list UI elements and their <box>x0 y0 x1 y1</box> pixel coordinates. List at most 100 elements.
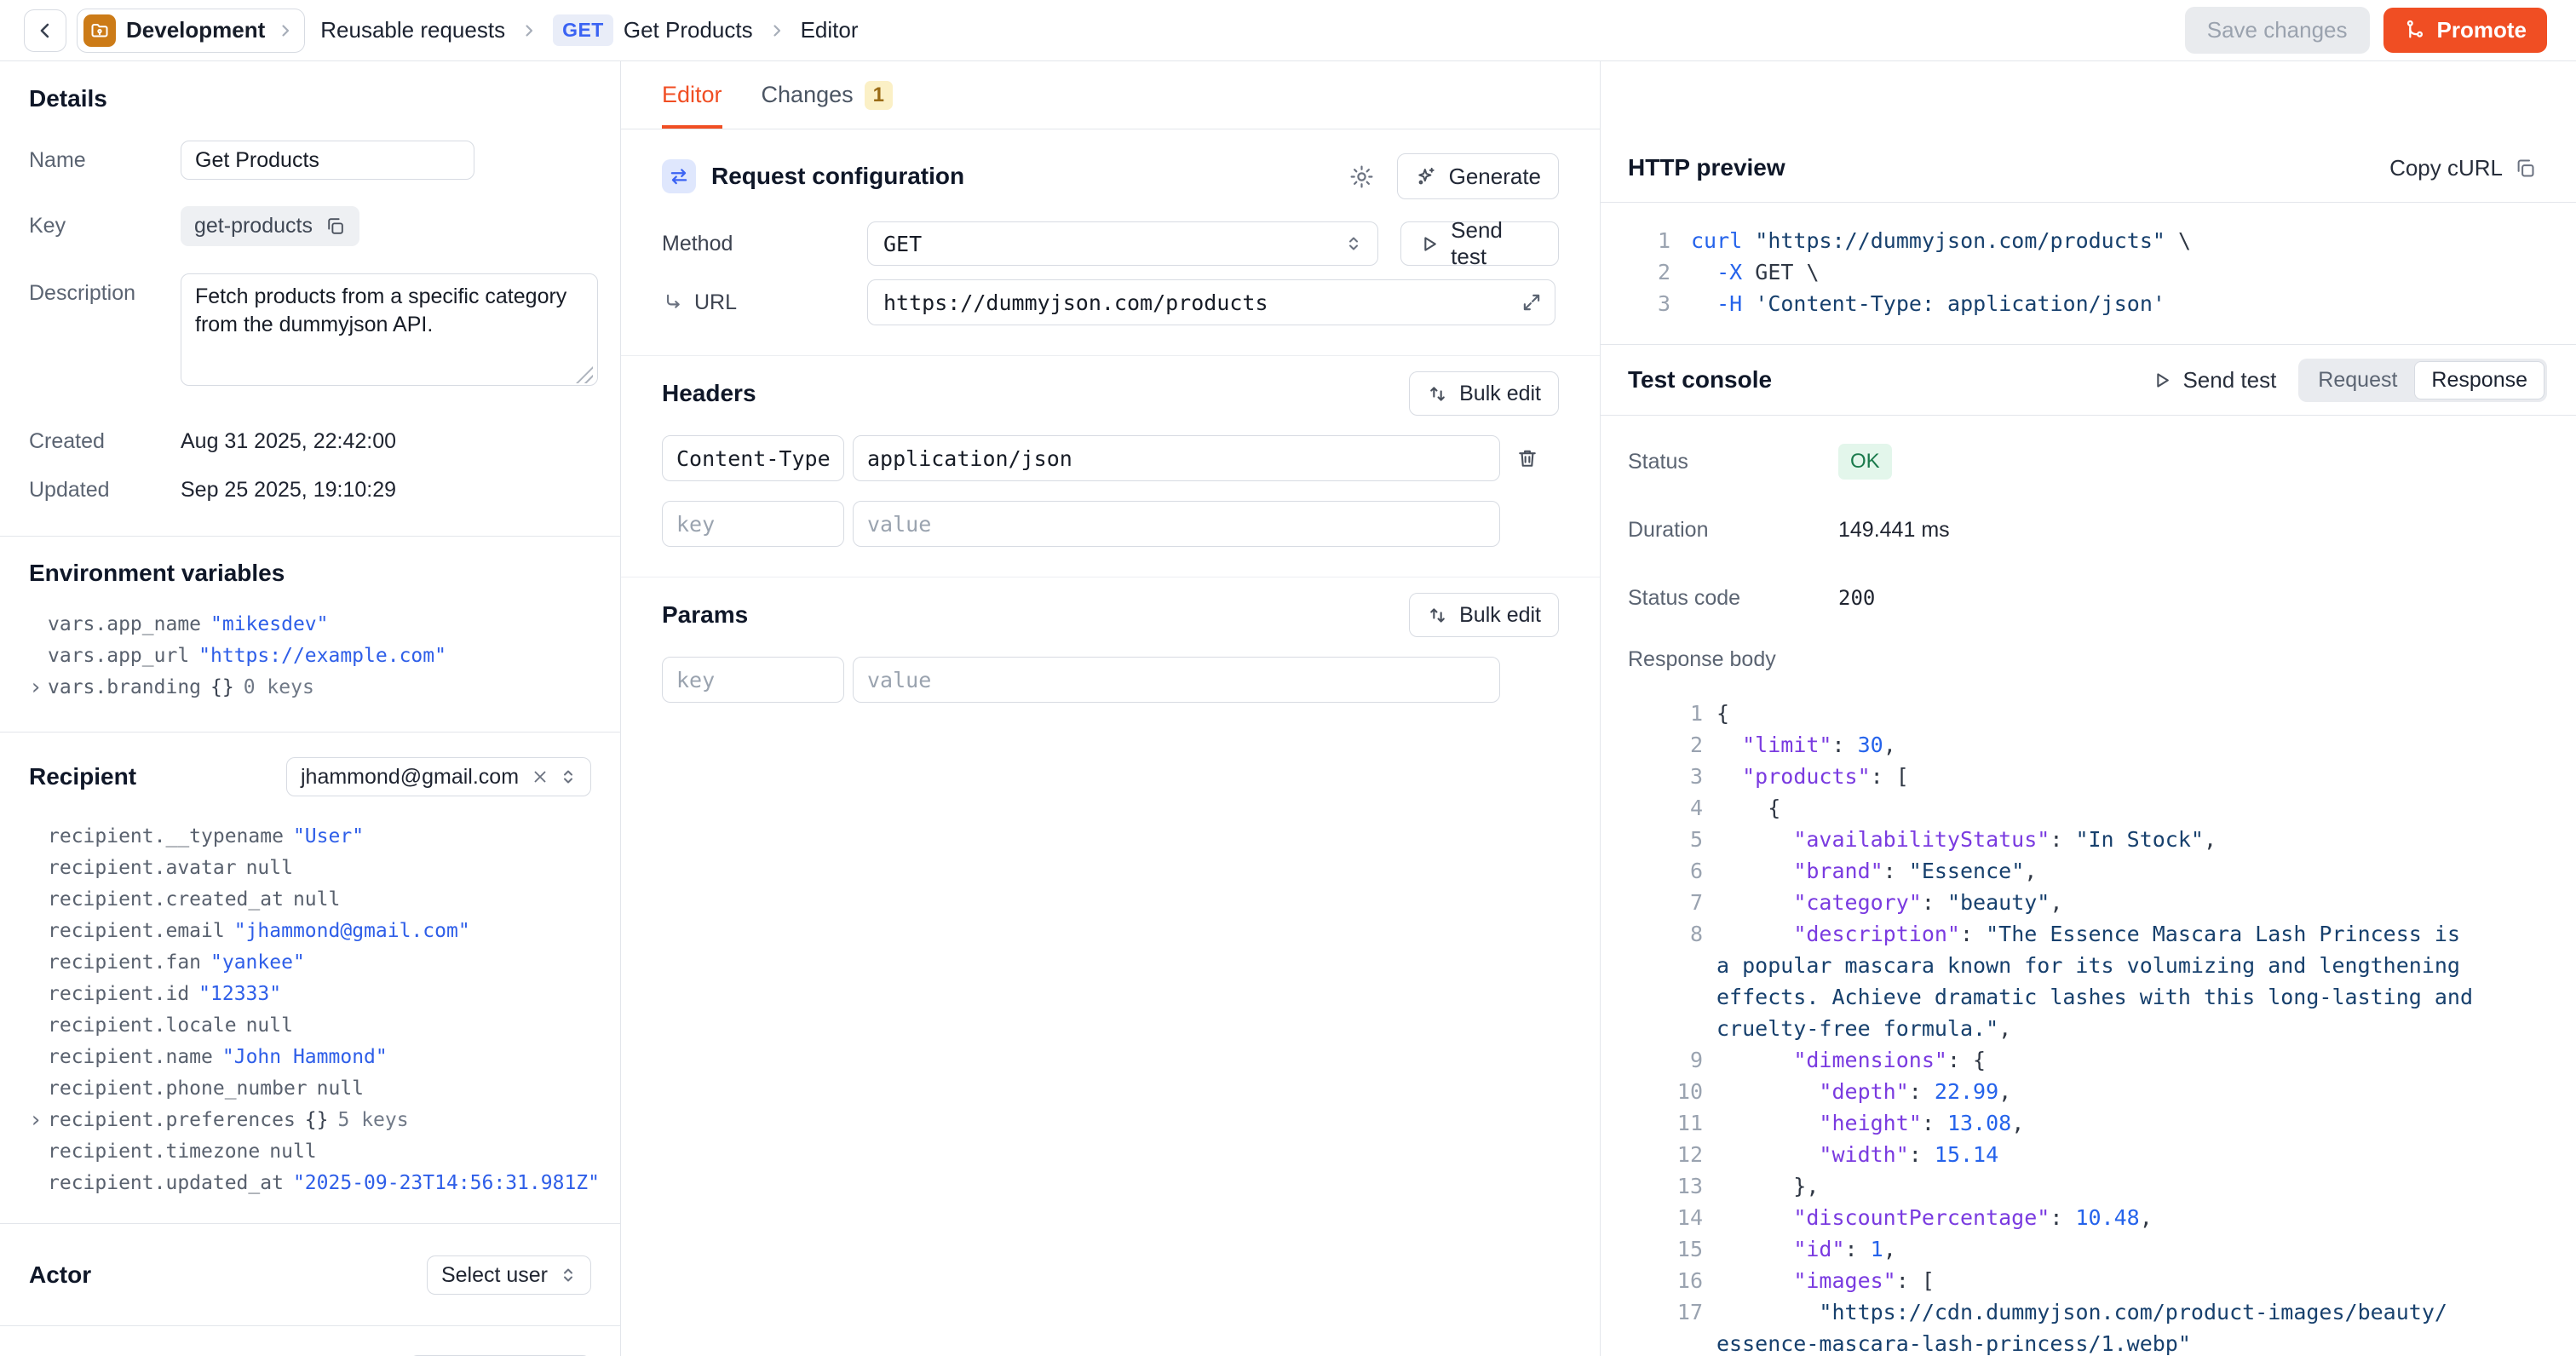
variable-row: recipient.avatarnull <box>48 853 591 884</box>
editor-main: Editor Changes 1 Request configuration <box>621 61 1600 1356</box>
response-body-label: Response body <box>1628 647 2537 672</box>
copy-icon <box>2514 157 2537 180</box>
code-line: 11 "height": 13.08, <box>1601 1107 2576 1139</box>
method-select[interactable]: GET <box>867 221 1378 266</box>
play-icon <box>1418 233 1440 255</box>
variable-row: recipient.__typename"User" <box>48 821 591 853</box>
play-icon <box>2151 370 2172 391</box>
code-line: essence-mascara-lash-princess/1.webp" <box>1601 1328 2576 1356</box>
divider <box>0 536 620 537</box>
recipient-title: Recipient <box>29 763 136 790</box>
recipient-select[interactable]: jhammond@gmail.com <box>286 757 591 796</box>
code-line: 12 "width": 15.14 <box>1601 1139 2576 1170</box>
code-line: 3 -H 'Content-Type: application/json' <box>1601 288 2576 319</box>
code-line: a popular mascara known for its volumizi… <box>1601 950 2576 981</box>
breadcrumb-request-item[interactable]: GET Get Products <box>553 14 753 46</box>
expand-icon[interactable] <box>1521 291 1543 313</box>
header-value-input[interactable] <box>853 435 1500 481</box>
copy-curl-label: Copy cURL <box>2389 155 2503 181</box>
params-section-head: Params Bulk edit <box>662 593 1559 637</box>
key-badge: get-products <box>181 206 359 246</box>
swap-vertical-icon <box>1427 383 1448 405</box>
method-row: Method GET Send test <box>662 221 1559 266</box>
generate-button[interactable]: Generate <box>1397 153 1559 199</box>
response-body-code: 1{2 "limit": 30,3 "products": [4 {5 "ava… <box>1601 698 2576 1356</box>
updated-row: Updated Sep 25 2025, 19:10:29 <box>29 478 591 503</box>
param-key-input[interactable] <box>662 657 844 703</box>
request-config-header: Request configuration Generate <box>662 153 1559 199</box>
code-line: 2 "limit": 30, <box>1601 729 2576 761</box>
save-changes-button[interactable]: Save changes <box>2185 7 2370 54</box>
url-value: https://dummyjson.com/products <box>883 290 1268 315</box>
created-value: Aug 31 2025, 22:42:00 <box>181 429 396 454</box>
request-tab[interactable]: Request <box>2301 361 2414 399</box>
environment-section: Environment variables vars.app_name"mike… <box>0 560 620 704</box>
divider <box>621 355 1600 356</box>
clear-icon[interactable] <box>531 767 549 786</box>
project-switcher[interactable]: Development <box>77 9 305 53</box>
bulk-edit-label: Bulk edit <box>1459 603 1541 628</box>
params-bulk-edit-button[interactable]: Bulk edit <box>1409 593 1559 637</box>
test-console-body: Status OK Duration 149.441 ms Status cod… <box>1601 416 2576 698</box>
details-title: Details <box>29 85 591 112</box>
sparkles-icon <box>1415 165 1438 188</box>
recipient-tree: recipient.__typename"User"recipient.avat… <box>29 821 591 1199</box>
variable-row: vars.app_url"https://example.com" <box>48 641 591 672</box>
trash-icon[interactable] <box>1515 446 1539 470</box>
variable-row: recipient.id"12333" <box>48 979 591 1010</box>
request-response-toggle: Request Response <box>2298 359 2547 402</box>
return-arrow-icon <box>662 291 684 313</box>
divider <box>0 732 620 733</box>
test-console-header: Test console Send test Request Response <box>1601 345 2576 416</box>
chevron-right-icon <box>767 20 787 41</box>
header-value-input-empty[interactable] <box>853 501 1500 547</box>
chevron-right-icon[interactable]: › <box>29 1105 43 1136</box>
url-input[interactable]: https://dummyjson.com/products <box>867 279 1555 325</box>
environment-tree: vars.app_name"mikesdev"vars.app_url"http… <box>29 609 591 704</box>
header-key-input[interactable] <box>662 435 844 481</box>
response-tab[interactable]: Response <box>2414 361 2544 399</box>
variable-row: recipient.phone_numbernull <box>48 1073 591 1105</box>
description-textarea[interactable]: Fetch products from a specific category … <box>181 273 598 386</box>
variable-row[interactable]: ›vars.branding{}0 keys <box>48 672 591 704</box>
curl-code-block: 1curl "https://dummyjson.com/products" \… <box>1601 203 2576 345</box>
copy-curl-button[interactable]: Copy cURL <box>2389 155 2537 181</box>
description-label: Description <box>29 273 181 306</box>
console-send-test-button[interactable]: Send test <box>2151 367 2276 394</box>
recipient-selected-value: jhammond@gmail.com <box>301 765 519 790</box>
chevron-left-icon <box>33 19 57 43</box>
variable-row[interactable]: ›recipient.preferences{}5 keys <box>48 1105 591 1136</box>
breadcrumb-editor: Editor <box>801 17 859 43</box>
actor-select[interactable]: Select user <box>427 1255 591 1295</box>
breadcrumb-requests[interactable]: Reusable requests <box>320 17 505 43</box>
headers-bulk-edit-button[interactable]: Bulk edit <box>1409 371 1559 416</box>
details-sidebar: Details Name Key get-products Descri <box>0 61 621 1356</box>
param-value-input[interactable] <box>853 657 1500 703</box>
tab-changes[interactable]: Changes 1 <box>762 61 893 129</box>
method-badge: GET <box>553 14 613 46</box>
updated-value: Sep 25 2025, 19:10:29 <box>181 478 396 503</box>
back-button[interactable] <box>24 9 66 52</box>
name-input[interactable] <box>181 141 474 180</box>
breadcrumb-request-name: Get Products <box>624 17 753 43</box>
key-label: Key <box>29 206 181 238</box>
url-label: URL <box>694 290 737 315</box>
updown-chevron-icon <box>558 767 578 787</box>
promote-button[interactable]: Promote <box>2383 8 2547 53</box>
http-preview-header: HTTP preview Copy cURL <box>1601 61 2576 203</box>
variable-row: recipient.localenull <box>48 1010 591 1042</box>
actor-title: Actor <box>29 1261 91 1289</box>
status-code-row: Status code 200 <box>1628 579 2537 617</box>
gear-icon[interactable] <box>1348 164 1375 190</box>
chevron-right-icon[interactable]: › <box>29 672 43 704</box>
project-label: Development <box>126 17 265 43</box>
variable-row: recipient.email"jhammond@gmail.com" <box>48 916 591 947</box>
request-config-title: Request configuration <box>711 163 964 190</box>
copy-icon[interactable] <box>325 215 346 237</box>
tab-editor[interactable]: Editor <box>662 61 722 129</box>
status-code-value: 200 <box>1838 586 1875 610</box>
send-test-button[interactable]: Send test <box>1400 221 1559 266</box>
changes-count-badge: 1 <box>865 81 893 110</box>
code-line: 16 "images": [ <box>1601 1265 2576 1296</box>
header-key-input-empty[interactable] <box>662 501 844 547</box>
